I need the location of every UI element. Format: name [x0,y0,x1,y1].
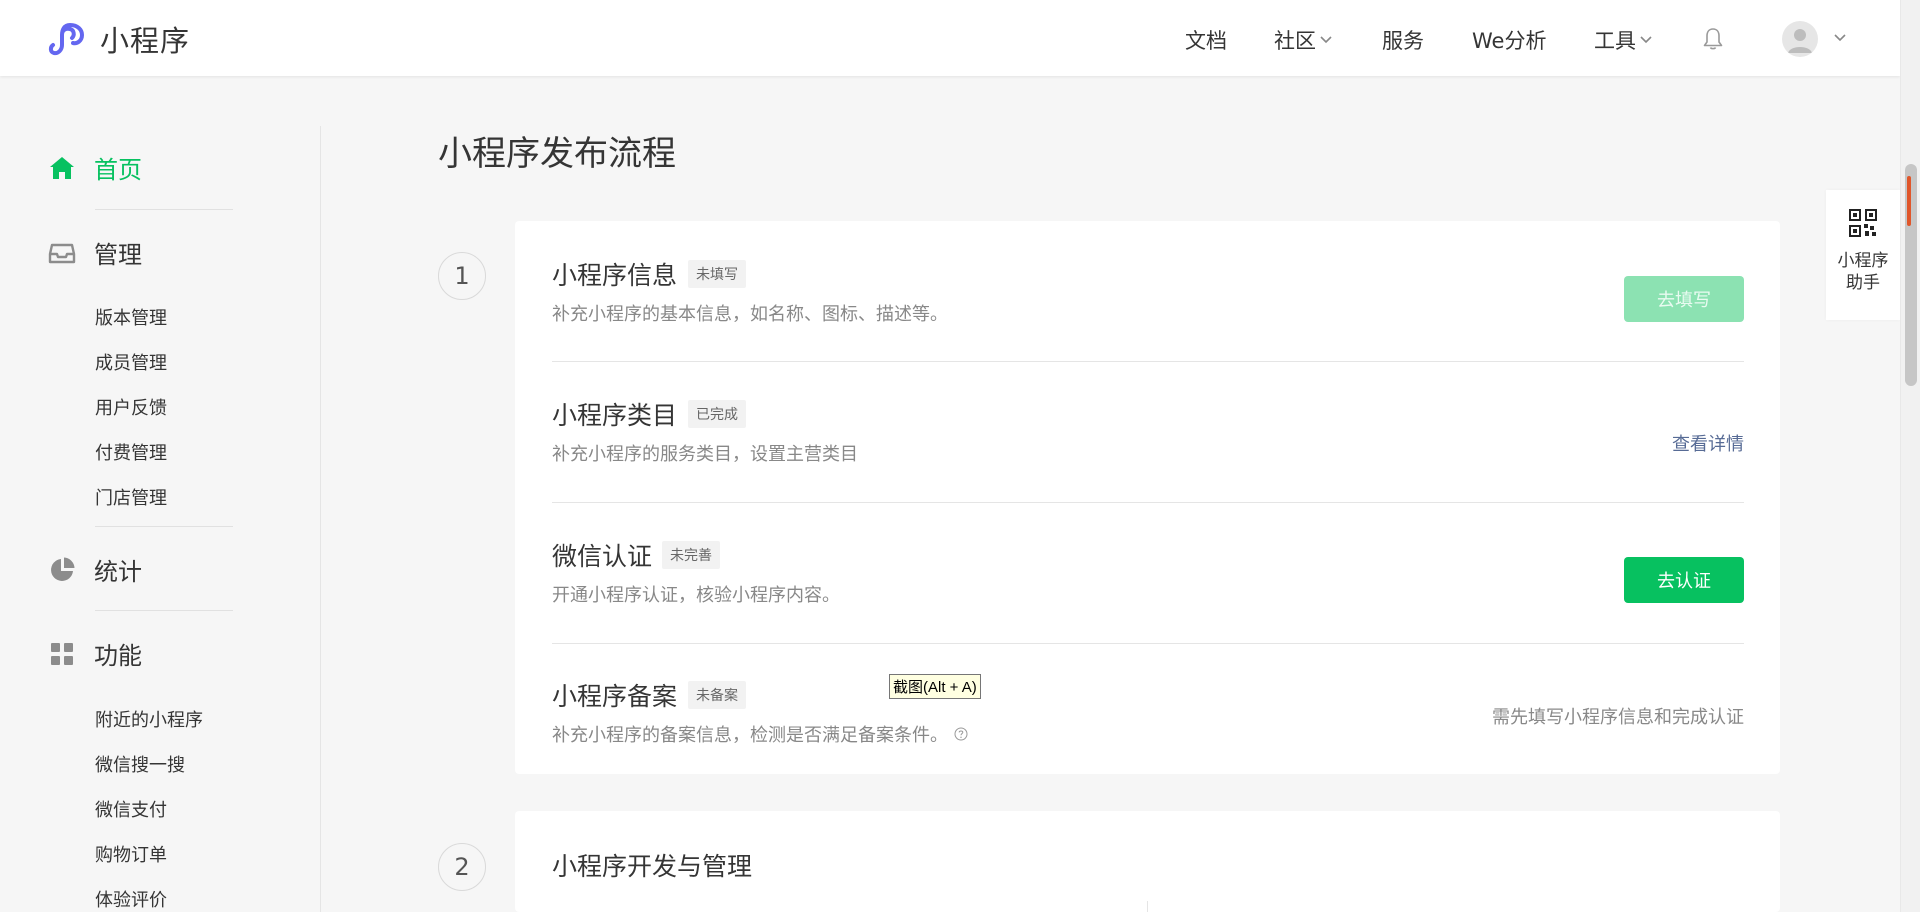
step-row-filing: 小程序备案 未备案 补充小程序的备案信息，检测是否满足备案条件。 需先填写小程序… [552,677,1744,757]
status-badge: 未填写 [688,260,746,288]
sidebar-item-wechat-pay[interactable]: 微信支付 [95,796,167,822]
sidebar-manage-label: 管理 [94,241,142,269]
account-chevron-down-icon[interactable] [1834,34,1846,42]
row-description: 补充小程序的备案信息，检测是否满足备案条件。 [552,721,968,747]
inbox-icon [48,243,76,263]
grid-icon [51,642,73,665]
step-number-2: 2 [438,843,486,891]
question-circle-icon[interactable] [954,727,968,741]
row-description-text: 补充小程序的基本信息，如名称、图标、描述等。 [552,304,948,325]
row-divider [552,361,1744,362]
sidebar-item-member-manage[interactable]: 成员管理 [95,349,167,375]
sidebar-item-nearby-miniprogram[interactable]: 附近的小程序 [95,706,203,732]
scrollbar-marker [1907,176,1911,226]
nav-service-label: 服务 [1382,29,1424,53]
step-number-1: 1 [438,252,486,300]
row-divider [552,502,1744,503]
sidebar-item-payment-manage[interactable]: 付费管理 [95,439,167,465]
step-2-title: 小程序开发与管理 [552,852,753,881]
page-title: 小程序发布流程 [438,134,676,174]
step-2-card: 小程序开发与管理 [515,811,1780,912]
bell-icon[interactable] [1700,26,1726,52]
sidebar-item-experience-review[interactable]: 体验评价 [95,886,167,912]
sidebar-item-version-manage[interactable]: 版本管理 [95,304,167,330]
step-row-category: 小程序类目 已完成 补充小程序的服务类目，设置主营类目 查看详情 [552,396,1744,476]
miniprogram-assistant-widget[interactable]: 小程序助手 [1826,190,1900,320]
sidebar-item-store-manage[interactable]: 门店管理 [95,484,167,510]
nav-community[interactable]: 社区 [1274,25,1332,55]
step-1-card: 小程序信息 未填写 补充小程序的基本信息，如名称、图标、描述等。 去填写 小程序… [515,221,1780,774]
miniprogram-logo-icon [48,23,85,56]
row-title: 小程序信息 [552,261,678,290]
status-badge: 未备案 [688,681,746,709]
top-navigation-bar: 小程序 文档 社区 服务 We分析 工具 [0,0,1900,76]
row-description: 补充小程序的基本信息，如名称、图标、描述等。 [552,300,948,326]
row-description: 补充小程序的服务类目，设置主营类目 [552,440,858,466]
nav-service[interactable]: 服务 [1382,25,1424,55]
sidebar-item-wechat-search[interactable]: 微信搜一搜 [95,751,185,777]
sidebar-home-label: 首页 [94,156,142,184]
row-divider [552,643,1744,644]
status-badge: 未完善 [662,541,720,569]
nav-docs[interactable]: 文档 [1185,25,1227,55]
sidebar-item-manage[interactable]: 管理 [48,235,142,270]
brand-name: 小程序 [100,24,191,58]
row-description-text: 补充小程序的服务类目，设置主营类目 [552,444,858,465]
fill-info-button[interactable]: 去填写 [1624,276,1744,322]
sidebar-features-label: 功能 [94,642,142,670]
qr-code-icon [1849,209,1877,237]
nav-tools-label: 工具 [1594,29,1636,53]
step-row-verification: 微信认证 未完善 开通小程序认证，核验小程序内容。 去认证 [552,537,1744,617]
row-description-text: 补充小程序的备案信息，检测是否满足备案条件。 [552,725,948,746]
step-row-info: 小程序信息 未填写 补充小程序的基本信息，如名称、图标、描述等。 去填写 [552,256,1744,336]
user-silhouette-icon [1788,29,1812,53]
row-description-text: 开通小程序认证，核验小程序内容。 [552,585,840,606]
nav-tools[interactable]: 工具 [1594,25,1652,55]
assistant-label: 小程序助手 [1837,251,1889,293]
nav-analytics-label: We分析 [1472,29,1547,53]
brand[interactable]: 小程序 [48,18,190,60]
column-divider [1147,901,1148,912]
chevron-down-icon [1640,36,1652,44]
vertical-scrollbar[interactable] [1900,0,1920,912]
row-title: 微信认证 [552,542,653,571]
sidebar-divider [95,610,233,611]
sidebar-item-stats[interactable]: 统计 [48,552,142,587]
nav-analytics[interactable]: We分析 [1472,25,1546,55]
row-title: 小程序备案 [552,682,678,711]
row-title: 小程序类目 [552,401,678,430]
verify-button[interactable]: 去认证 [1624,557,1744,603]
screenshot-tooltip: 截图(Alt + A) [889,674,981,699]
row-description: 开通小程序认证，核验小程序内容。 [552,581,840,607]
pie-chart-icon [51,557,75,581]
filing-requirement-hint: 需先填写小程序信息和完成认证 [1492,707,1744,728]
sidebar-divider [95,526,233,527]
sidebar: 首页 管理 版本管理 成员管理 用户反馈 付费管理 门店管理 统计 功能 附近的… [0,126,321,912]
sidebar-item-shopping-orders[interactable]: 购物订单 [95,841,167,867]
chevron-down-icon [1320,36,1332,44]
sidebar-item-home[interactable]: 首页 [48,150,142,185]
nav-docs-label: 文档 [1185,29,1227,53]
view-details-link[interactable]: 查看详情 [1672,430,1744,456]
sidebar-stats-label: 统计 [94,558,142,586]
sidebar-item-features[interactable]: 功能 [48,636,142,671]
home-icon [50,156,74,179]
user-avatar[interactable] [1782,21,1818,57]
status-badge: 已完成 [688,400,746,428]
sidebar-item-user-feedback[interactable]: 用户反馈 [95,394,167,420]
sidebar-divider [95,209,233,210]
nav-community-label: 社区 [1274,29,1316,53]
